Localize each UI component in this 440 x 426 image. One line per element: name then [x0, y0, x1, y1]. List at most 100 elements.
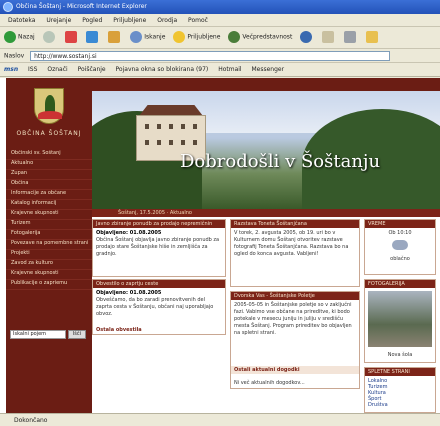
menu-bar: Datoteka Urejanje Pogled Priljubljene Or… — [0, 14, 440, 27]
forward-arrow-icon — [42, 31, 55, 43]
nav-item[interactable]: Katalog informacij — [6, 200, 92, 210]
weather-heading: VREME — [365, 220, 435, 228]
nav-item[interactable]: Krajevne skupnosti — [6, 270, 92, 280]
menu-favorites[interactable]: Priljubljene — [113, 17, 146, 24]
menu-file[interactable]: Datoteka — [8, 17, 35, 24]
news-box-heading[interactable]: Dvorska Vas - Šoštanjske Poletje — [231, 292, 359, 300]
links-item-messenger[interactable]: Messenger — [252, 66, 285, 73]
hero-banner: Dobrodošli v Šoštanju — [92, 91, 440, 209]
news-box-exhibition: Razstava Toneta Šoštanjčana V torek, 2. … — [230, 219, 360, 287]
nav-item[interactable]: Projekti — [6, 250, 92, 260]
news-text: Obveščamo, da bo zaradi prenovitvenih de… — [96, 297, 214, 317]
weather-box: VREME Ob 10:10 oblačno — [364, 219, 436, 275]
gallery-box: FOTOGALERIJA Nova šola — [364, 279, 436, 363]
links-bar: msn ISS Označi Poiščanje Pojavna okna so… — [0, 63, 440, 77]
site-search-input[interactable]: Iskalni pojem — [10, 330, 66, 339]
nav-item[interactable]: Aktualno — [6, 160, 92, 170]
links-item-highlight[interactable]: Označi — [47, 66, 67, 73]
nav-item[interactable]: Publikacije o zapriemu — [6, 280, 92, 290]
nav-item[interactable]: Občinski sv. Šoštanj — [6, 150, 92, 160]
browser-window: Občina Šoštanj - Microsoft Internet Expl… — [0, 0, 440, 426]
nav-item[interactable]: Zavod za kulturo — [6, 260, 92, 270]
refresh-icon — [86, 31, 99, 43]
web-link[interactable]: Društva — [368, 402, 432, 408]
site-nav: Občinski sv. Šoštanj Aktualno Župan Obči… — [6, 150, 92, 290]
address-label: Naslov — [4, 52, 25, 60]
history-icon — [300, 31, 313, 43]
news-box-heading[interactable]: Razstava Toneta Šoštanjčana — [231, 220, 359, 228]
nav-item[interactable]: Turizem — [6, 220, 92, 230]
favorites-button[interactable]: Priljubljene — [173, 31, 220, 43]
weather-label: oblačno — [390, 256, 410, 262]
menu-view[interactable]: Pogled — [82, 17, 102, 24]
window-title: Občina Šoštanj - Microsoft Internet Expl… — [16, 3, 147, 10]
nav-item[interactable]: Občina — [6, 180, 92, 190]
cloud-icon — [392, 240, 408, 250]
print-icon — [344, 31, 357, 43]
nav-item[interactable]: Povezave na pomembne strani — [6, 240, 92, 250]
links-box: SPLETNE STRANI Lokalno Turizem Kultura Š… — [364, 367, 436, 413]
back-button[interactable]: Nazaj — [4, 31, 35, 43]
gallery-caption: Nova šola — [387, 352, 413, 358]
stop-icon — [64, 31, 77, 43]
links-heading: SPLETNE STRANI — [365, 368, 435, 376]
more-notices-link[interactable]: Ostala obvestila — [93, 326, 145, 334]
news-box-summer: Dvorska Vas - Šoštanjske Poletje 2005-05… — [230, 291, 360, 389]
no-events-text: Ni več aktualnih dogodkov... — [234, 380, 305, 386]
info-band: Šoštanj, 17.5.2005 · Aktualno — [92, 209, 440, 217]
news-text: V torek, 2. avgusta 2005, ob 19. uri bo … — [234, 230, 349, 257]
links-item-hotmail[interactable]: Hotmail — [218, 66, 241, 73]
news-box-sale: Javno zbiranje ponudb za prodajo nepremi… — [92, 219, 226, 277]
nav-item[interactable]: Krajevne skupnosti — [6, 210, 92, 220]
menu-tools[interactable]: Orodja — [157, 17, 177, 24]
menu-edit[interactable]: Urejanje — [46, 17, 71, 24]
nav-item[interactable]: Informacije za občane — [6, 190, 92, 200]
folder-icon — [365, 31, 378, 43]
media-button[interactable]: Večpredstavnost — [228, 31, 292, 43]
media-icon — [228, 31, 241, 43]
mail-icon — [322, 31, 335, 43]
links-item-find[interactable]: Poiščanje — [78, 66, 106, 73]
msn-logo[interactable]: msn — [4, 66, 18, 73]
title-bar: Občina Šoštanj - Microsoft Internet Expl… — [0, 0, 440, 14]
news-text: 2005-05-05 in Šoštanjske poletje so v za… — [234, 302, 352, 336]
site-search-button[interactable]: Išči — [67, 330, 86, 339]
links-item-popups[interactable]: Pojavna okna so blokirana (97) — [116, 66, 209, 73]
municipality-crest-icon — [34, 88, 64, 124]
weather-time: Ob 10:10 — [388, 230, 412, 236]
news-date: Objavljeno: 01.08.2005 — [96, 290, 162, 296]
back-arrow-icon — [4, 31, 16, 43]
star-icon — [173, 31, 186, 43]
site-search: Iskalni pojem Išči — [10, 330, 88, 339]
address-input[interactable]: http://www.sostanj.si — [30, 51, 391, 61]
folder-button[interactable] — [365, 31, 380, 43]
web-page: OBČINA ŠOŠTANJ Občinski sv. Šoštanj Aktu… — [0, 78, 440, 413]
more-events-link[interactable]: Ostali aktualni dogodki — [231, 366, 359, 374]
toolbar: Nazaj Iskanje Priljubljene Večpredstavno… — [0, 27, 440, 49]
home-icon — [108, 31, 121, 43]
hero-title: Dobrodošli v Šoštanju — [180, 151, 381, 172]
nav-item[interactable]: Župan — [6, 170, 92, 180]
gallery-image[interactable] — [368, 291, 432, 347]
news-text: Občina Šoštanj objavlja javno zbiranje p… — [96, 237, 220, 257]
links-item-iss[interactable]: ISS — [28, 66, 37, 73]
mail-button[interactable] — [322, 31, 336, 43]
search-icon — [130, 31, 143, 43]
status-bar: Dokončano — [0, 413, 440, 426]
status-text: Dokončano — [14, 417, 48, 424]
history-button[interactable] — [300, 31, 314, 43]
news-box-heading[interactable]: Javno zbiranje ponudb za prodajo nepremi… — [93, 220, 225, 228]
site-sidebar: OBČINA ŠOŠTANJ Občinski sv. Šoštanj Aktu… — [6, 78, 92, 413]
menu-help[interactable]: Pomoč — [188, 17, 208, 24]
address-bar: Naslov http://www.sostanj.si — [0, 49, 440, 63]
ie-icon — [3, 2, 13, 12]
print-button[interactable] — [344, 31, 358, 43]
stop-button[interactable] — [64, 31, 79, 43]
search-button[interactable]: Iskanje — [130, 31, 165, 43]
home-button[interactable] — [108, 31, 122, 43]
news-box-road: Obvestilo o zaprtju ceste Objavljeno: 01… — [92, 279, 226, 335]
forward-button[interactable] — [42, 31, 57, 43]
nav-item[interactable]: Fotogalerija — [6, 230, 92, 240]
news-box-heading[interactable]: Obvestilo o zaprtju ceste — [93, 280, 225, 288]
refresh-button[interactable] — [86, 31, 100, 43]
